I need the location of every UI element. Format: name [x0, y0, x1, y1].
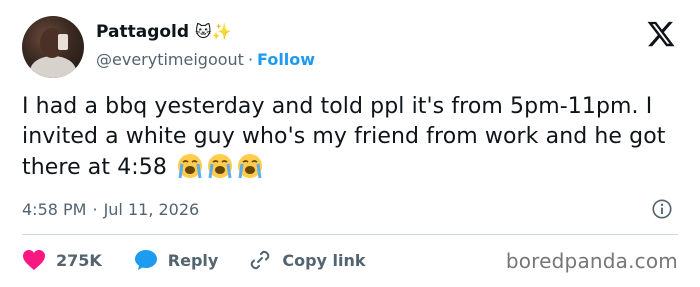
name-emojis: 🐱✨ [195, 22, 232, 41]
reply-button[interactable]: Reply [134, 249, 219, 271]
author-handle-row: @everytimeigoout · Follow [96, 47, 315, 71]
tweet-actions: 275K Reply Copy link [22, 247, 366, 273]
reply-label: Reply [167, 250, 219, 270]
avatar[interactable] [22, 16, 84, 78]
watermark: boredpanda.com [505, 249, 678, 273]
tweet-date[interactable]: Jul 11, 2026 [104, 200, 200, 219]
like-button[interactable]: 275K [22, 249, 102, 271]
copy-link-button[interactable]: Copy link [248, 248, 366, 272]
tweet-time[interactable]: 4:58 PM [22, 200, 86, 219]
tweet-card: Pattagold 🐱✨ @everytimeigoout · Follow I… [0, 0, 700, 287]
author-name-row: Pattagold 🐱✨ [96, 20, 232, 44]
info-icon[interactable] [651, 198, 673, 220]
tweet-text: I had a bbq yesterday and told ppl it's … [22, 92, 682, 183]
x-logo-icon[interactable] [646, 19, 676, 49]
display-name[interactable]: Pattagold [96, 21, 189, 43]
loudly-crying-face-icon [238, 154, 263, 179]
meta-separator: · [92, 199, 98, 219]
loudly-crying-face-icon [208, 154, 233, 179]
crying-emojis [174, 154, 264, 180]
loudly-crying-face-icon [178, 154, 203, 179]
handle-separator: · [247, 49, 254, 69]
tweet-meta: 4:58 PM · Jul 11, 2026 [22, 197, 199, 221]
copy-link-label: Copy link [282, 250, 366, 270]
divider [22, 234, 678, 235]
user-handle[interactable]: @everytimeigoout [96, 50, 244, 69]
heart-icon [23, 250, 45, 270]
link-icon [251, 250, 270, 270]
like-count: 275K [56, 250, 102, 270]
follow-button[interactable]: Follow [257, 50, 315, 69]
reply-bubble-icon [134, 250, 157, 270]
tweet-body: I had a bbq yesterday and told ppl it's … [22, 94, 666, 180]
